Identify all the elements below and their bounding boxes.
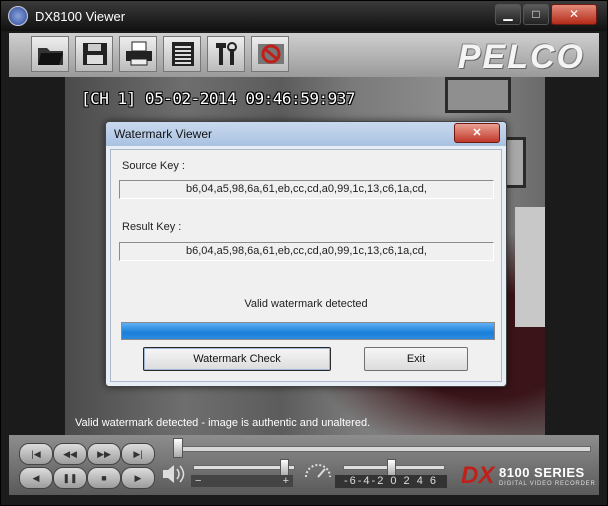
watermark-dialog: Watermark Viewer ✕ Source Key : b6,04,a5… bbox=[105, 121, 507, 387]
source-key-label: Source Key : bbox=[122, 160, 185, 172]
result-key-field[interactable]: b6,04,a5,98,6a,61,eb,cc,cd,a0,99,1c,13,c… bbox=[119, 242, 494, 261]
app-logo-icon bbox=[8, 6, 28, 26]
dialog-body: Source Key : b6,04,a5,98,6a,61,eb,cc,cd,… bbox=[110, 149, 502, 382]
exit-button[interactable]: Exit bbox=[364, 347, 468, 371]
valid-watermark-message: Valid watermark detected bbox=[244, 298, 368, 310]
no-sign-icon bbox=[258, 44, 284, 64]
folder-open-icon bbox=[38, 48, 63, 65]
floppy-disk-icon bbox=[83, 43, 107, 65]
video-picture-frame bbox=[445, 77, 511, 113]
seek-handle[interactable] bbox=[173, 438, 183, 458]
volume-minus-label: − bbox=[195, 475, 202, 487]
stop-button[interactable]: ■ bbox=[87, 467, 121, 489]
skip-end-button[interactable]: ▶| bbox=[121, 443, 155, 465]
volume-plus-label: + bbox=[282, 475, 289, 487]
save-button[interactable] bbox=[75, 36, 113, 72]
settings-button[interactable] bbox=[207, 36, 245, 72]
video-whiteboard bbox=[515, 207, 545, 327]
document-button[interactable] bbox=[163, 36, 201, 72]
progress-bar bbox=[121, 322, 495, 340]
maximize-button[interactable]: □ bbox=[523, 4, 549, 25]
rewind-button[interactable]: ◀◀ bbox=[53, 443, 87, 465]
play-button[interactable]: ▶ bbox=[121, 467, 155, 489]
result-key-label: Result Key : bbox=[122, 221, 182, 233]
dialog-title-bar: Watermark Viewer ✕ bbox=[106, 122, 506, 146]
series-logo-text: 8100 SERIES bbox=[499, 465, 585, 480]
open-folder-button[interactable] bbox=[31, 36, 69, 72]
print-button[interactable] bbox=[119, 36, 157, 72]
volume-scale: − + bbox=[191, 475, 293, 487]
toolbar: PELCO bbox=[9, 33, 599, 77]
dialog-title: Watermark Viewer bbox=[114, 127, 213, 141]
speed-gauge-icon bbox=[305, 464, 331, 478]
document-list-icon bbox=[172, 42, 194, 66]
watermark-button[interactable] bbox=[251, 36, 289, 72]
viewer-window: DX8100 Viewer ▁ □ ✕ PELCO [CH 1] 05-02-2… bbox=[0, 0, 608, 506]
progress-fill bbox=[122, 323, 494, 339]
minimize-button[interactable]: ▁ bbox=[495, 4, 521, 25]
pause-button[interactable]: ❚❚ bbox=[53, 467, 87, 489]
speaker-icon[interactable] bbox=[161, 463, 185, 485]
window-title: DX8100 Viewer bbox=[35, 9, 126, 24]
dialog-close-button[interactable]: ✕ bbox=[454, 123, 500, 143]
title-bar: DX8100 Viewer ▁ □ ✕ bbox=[1, 1, 607, 31]
play-reverse-button[interactable]: ◀ bbox=[19, 467, 53, 489]
watermark-check-button[interactable]: Watermark Check bbox=[143, 347, 331, 371]
playback-controls: |◀ ◀◀ ▶▶ ▶| ◀ ❚❚ ■ ▶ − + -6-4-2 0 2 4 6 … bbox=[9, 435, 599, 495]
seek-bar[interactable] bbox=[175, 446, 591, 452]
speed-scale: -6-4-2 0 2 4 6 bbox=[335, 475, 447, 488]
video-timestamp: [CH 1] 05-02-2014 09:46:59:937 bbox=[81, 89, 355, 108]
printer-icon bbox=[126, 41, 152, 66]
series-sub-text: DIGITAL VIDEO RECORDER bbox=[499, 481, 596, 487]
status-text: Valid watermark detected - image is auth… bbox=[75, 417, 371, 429]
skip-start-button[interactable]: |◀ bbox=[19, 443, 53, 465]
tools-icon bbox=[216, 42, 237, 65]
dx-logo-text: DX bbox=[461, 462, 495, 489]
dx8100-logo: DX 8100 SERIES DIGITAL VIDEO RECORDER bbox=[461, 462, 597, 492]
source-key-field[interactable]: b6,04,a5,98,6a,61,eb,cc,cd,a0,99,1c,13,c… bbox=[119, 180, 494, 199]
close-button[interactable]: ✕ bbox=[551, 4, 597, 25]
pelco-logo: PELCO bbox=[457, 38, 585, 76]
fast-forward-button[interactable]: ▶▶ bbox=[87, 443, 121, 465]
